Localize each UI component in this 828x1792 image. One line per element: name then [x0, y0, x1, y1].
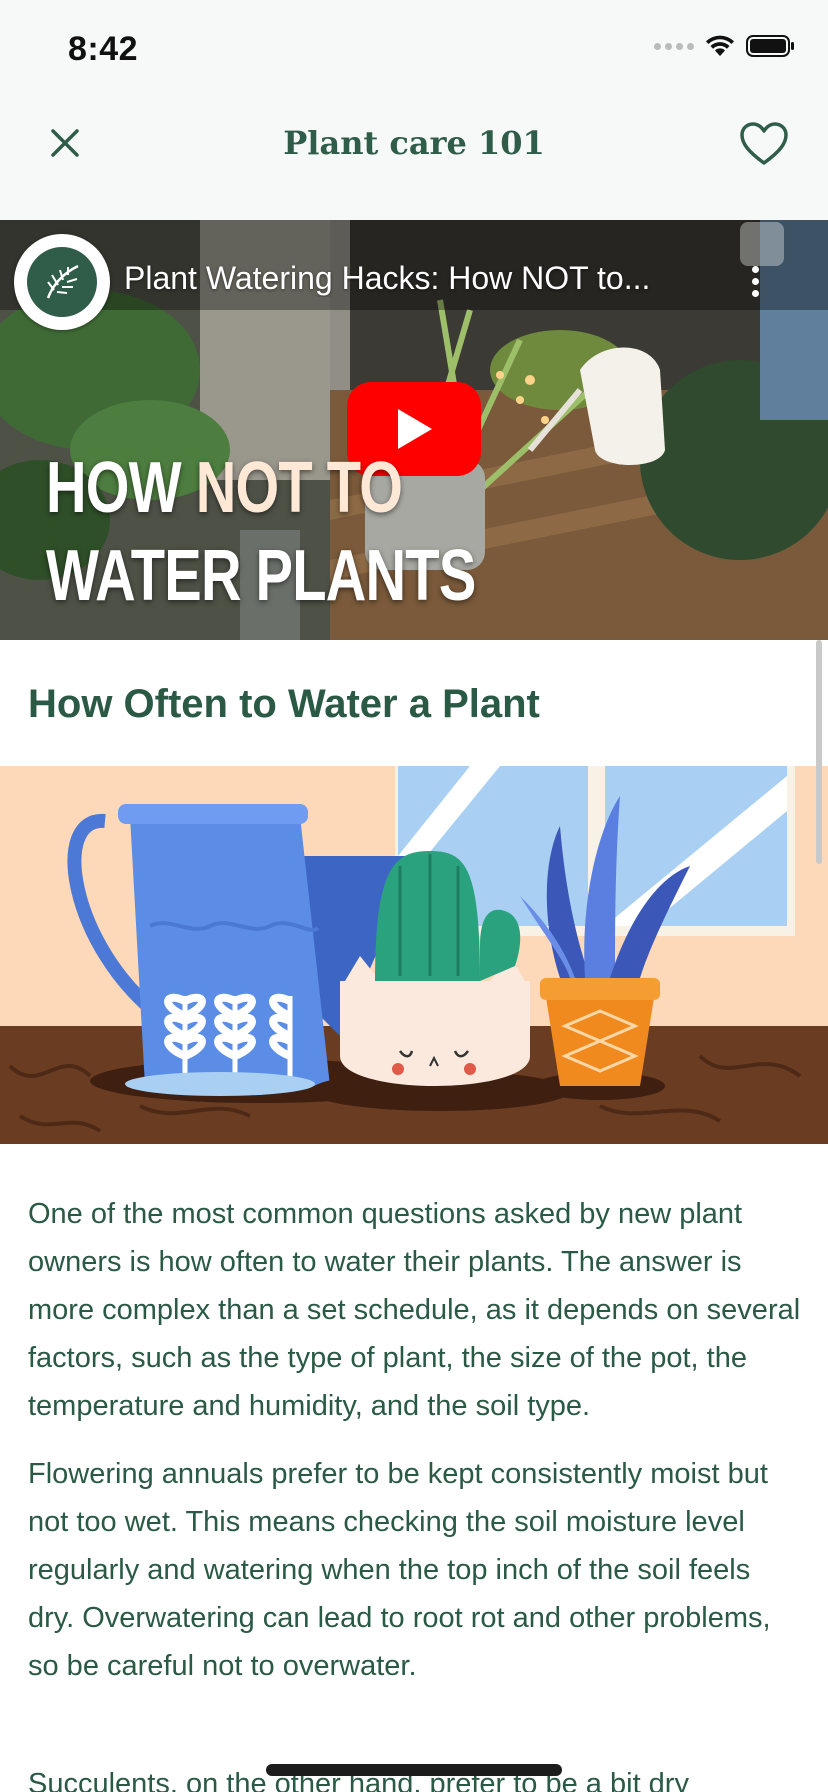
more-vertical-icon[interactable] — [740, 256, 770, 306]
battery-icon — [746, 34, 796, 58]
play-icon — [398, 409, 432, 449]
section-heading: How Often to Water a Plant — [28, 682, 540, 726]
status-time: 8:42 — [68, 30, 139, 68]
video-title[interactable]: Plant Watering Hacks: How NOT to... — [124, 260, 714, 297]
wifi-icon — [704, 34, 736, 58]
article-paragraph: One of the most common questions asked b… — [28, 1198, 801, 1422]
favorite-button[interactable] — [736, 116, 792, 172]
scroll-indicator[interactable] — [816, 640, 822, 864]
watering-illustration — [0, 766, 828, 1144]
thumbnail-text-line2: WATER PLANTS — [46, 536, 476, 616]
channel-avatar[interactable] — [14, 234, 110, 330]
heart-icon — [740, 122, 788, 165]
article-body: One of the most common questions asked b… — [28, 1190, 804, 1710]
signal-icon — [654, 42, 694, 50]
status-icons — [654, 34, 796, 58]
nav-header: Plant care 101 — [0, 100, 828, 220]
page-title: Plant care 101 — [283, 124, 545, 162]
leaf-icon — [46, 264, 79, 299]
thumbnail-text-line1: HOW NOT TO — [46, 448, 403, 528]
home-indicator[interactable] — [266, 1764, 562, 1776]
article-paragraph: Flowering annuals prefer to be kept cons… — [28, 1458, 771, 1682]
video-player[interactable]: Plant Watering Hacks: How NOT to... HOW … — [0, 220, 828, 640]
status-bar: 8:42 — [0, 0, 828, 100]
